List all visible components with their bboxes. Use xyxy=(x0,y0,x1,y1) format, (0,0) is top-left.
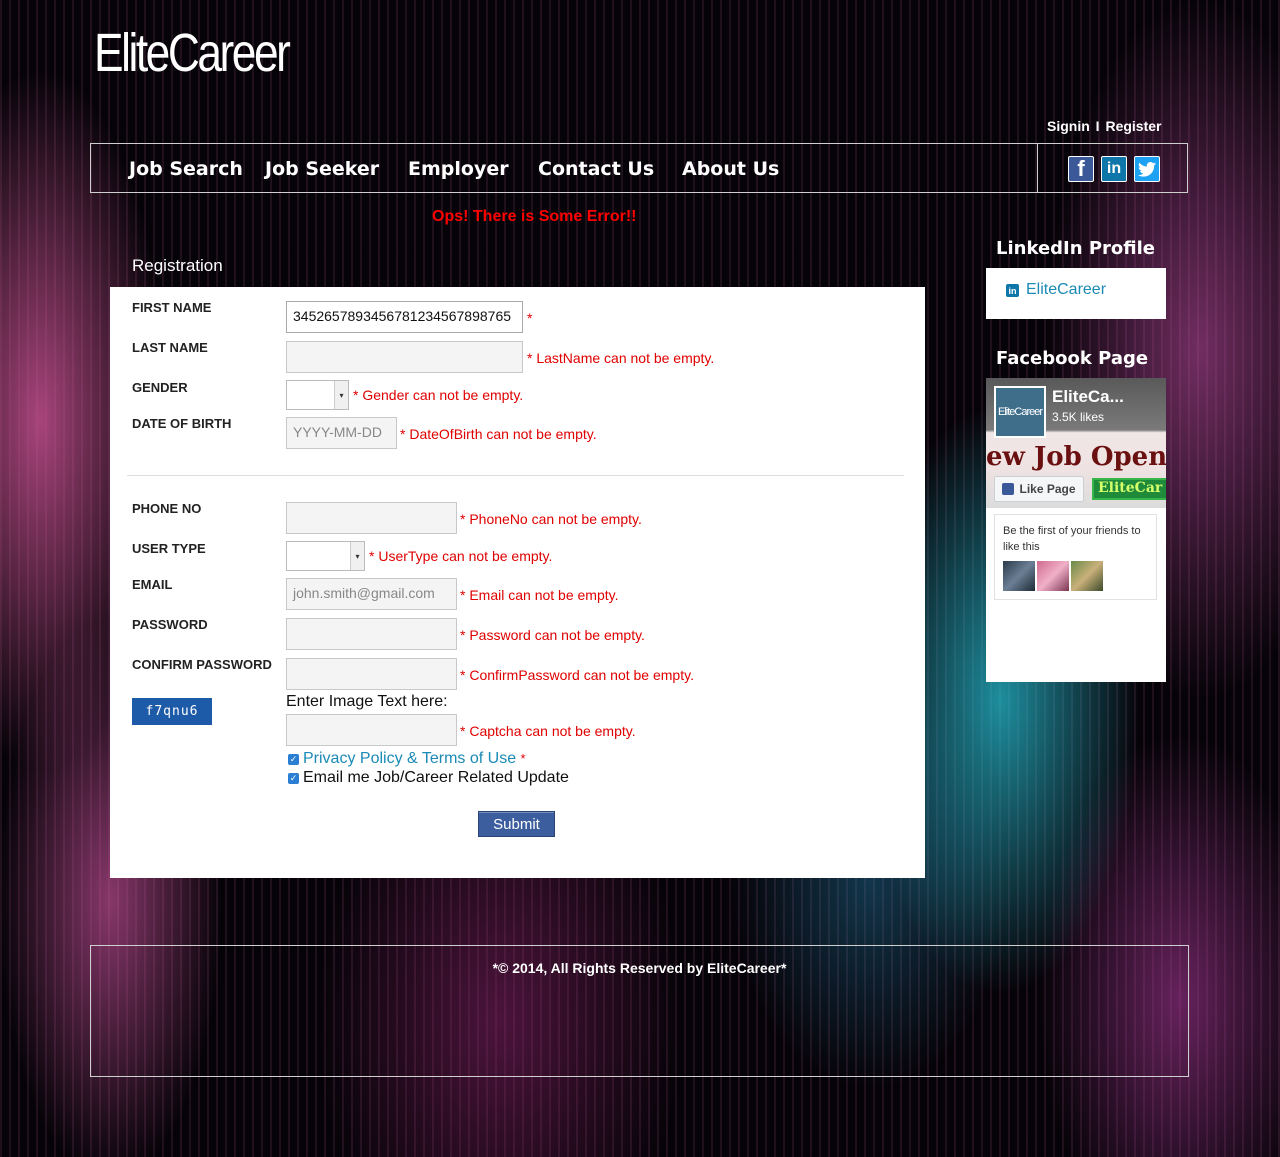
friend-avatar[interactable] xyxy=(1071,561,1103,591)
chevron-down-icon: ▾ xyxy=(334,381,348,409)
user-type-error: * UserType can not be empty. xyxy=(369,548,553,564)
nav-job-search[interactable]: Job Search xyxy=(129,158,243,180)
first-name-field[interactable]: 3452657893456781234567898765 xyxy=(286,301,523,333)
footer: *© 2014, All Rights Reserved by EliteCar… xyxy=(90,945,1189,1077)
dob-error: * DateOfBirth can not be empty. xyxy=(400,426,597,442)
fb-friends-text: Be the first of your friends to like thi… xyxy=(1003,525,1141,553)
linkedin-profile-title: LinkedIn Profile xyxy=(996,238,1155,259)
facebook-page-widget: ew Job Openi EliteCareer EliteCa... 3.5K… xyxy=(986,378,1166,682)
facebook-icon[interactable]: f xyxy=(1068,156,1094,182)
fb-like-page-button[interactable]: Like Page xyxy=(994,476,1084,502)
email-updates-label: Email me Job/Career Related Update xyxy=(303,769,569,786)
privacy-required: * xyxy=(520,751,526,766)
linkedin-icon[interactable]: in xyxy=(1101,156,1127,182)
twitter-icon[interactable] xyxy=(1134,156,1160,182)
confirm-password-field[interactable] xyxy=(286,658,457,690)
password-label: PASSWORD xyxy=(132,617,208,632)
confirm-password-label: CONFIRM PASSWORD xyxy=(132,657,272,672)
error-banner: Ops! There is Some Error!! xyxy=(432,208,637,225)
password-error: * Password can not be empty. xyxy=(460,627,645,643)
register-link[interactable]: Register xyxy=(1105,118,1161,134)
phone-field[interactable] xyxy=(286,502,457,534)
user-type-label: USER TYPE xyxy=(132,541,206,556)
fb-page-name[interactable]: EliteCa... xyxy=(1052,387,1124,407)
nav-contact-us[interactable]: Contact Us xyxy=(538,158,654,180)
captcha-field[interactable] xyxy=(286,714,457,746)
privacy-checkbox[interactable]: ✓ xyxy=(288,754,299,765)
auth-links: Signin I Register xyxy=(1047,118,1163,134)
nav-job-seeker[interactable]: Job Seeker xyxy=(265,158,379,180)
nav-divider xyxy=(1037,144,1038,192)
email-error: * Email can not be empty. xyxy=(460,587,619,603)
last-name-error: * LastName can not be empty. xyxy=(527,350,715,366)
user-type-select[interactable]: ▾ xyxy=(286,541,365,571)
first-name-label: FIRST NAME xyxy=(132,300,212,315)
registration-title: Registration xyxy=(132,256,223,275)
gender-select[interactable]: ▾ xyxy=(286,380,349,410)
form-separator xyxy=(127,475,904,476)
email-updates-checkbox[interactable]: ✓ xyxy=(288,773,299,784)
fb-like-page-label: Like Page xyxy=(1019,482,1076,496)
first-name-required: * xyxy=(527,310,533,326)
dob-label: DATE OF BIRTH xyxy=(132,416,232,431)
fb-page-avatar[interactable]: EliteCareer xyxy=(994,386,1046,438)
phone-error: * PhoneNo can not be empty. xyxy=(460,511,642,527)
signin-link[interactable]: Signin xyxy=(1047,118,1090,134)
auth-separator: I xyxy=(1095,118,1100,134)
footer-copyright: *© 2014, All Rights Reserved by EliteCar… xyxy=(492,960,787,976)
captcha-prompt: Enter Image Text here: xyxy=(286,693,448,710)
main-nav: Job Search Job Seeker Employer Contact U… xyxy=(90,143,1188,193)
twitter-bird-icon xyxy=(1138,161,1156,177)
captcha-error: * Captcha can not be empty. xyxy=(460,723,636,739)
email-label: EMAIL xyxy=(132,577,173,592)
confirm-password-error: * ConfirmPassword can not be empty. xyxy=(460,667,694,683)
password-field[interactable] xyxy=(286,618,457,650)
last-name-field[interactable] xyxy=(286,341,523,373)
chevron-down-icon: ▾ xyxy=(350,542,364,570)
thumbs-up-icon xyxy=(1002,483,1015,495)
registration-form: FIRST NAME 3452657893456781234567898765 … xyxy=(110,287,925,878)
linkedin-small-icon: in xyxy=(1006,284,1019,297)
submit-button[interactable]: Submit xyxy=(478,811,555,837)
gender-label: GENDER xyxy=(132,380,188,395)
fb-friends-box: Be the first of your friends to like thi… xyxy=(994,514,1157,600)
fb-cover-banner-text: ew Job Openi xyxy=(986,442,1166,472)
privacy-label: Privacy Policy & Terms of Use * xyxy=(303,750,526,768)
nav-employer[interactable]: Employer xyxy=(408,158,509,180)
fb-brand-banner: EliteCar xyxy=(1092,478,1166,500)
dob-field[interactable]: YYYY-MM-DD xyxy=(286,417,397,449)
privacy-policy-link[interactable]: Privacy Policy & Terms of Use xyxy=(303,750,516,767)
last-name-label: LAST NAME xyxy=(132,340,208,355)
linkedin-profile-box: in EliteCareer xyxy=(986,268,1166,319)
gender-error: * Gender can not be empty. xyxy=(353,387,524,403)
linkedin-profile-link[interactable]: EliteCareer xyxy=(1026,281,1106,299)
friend-avatar[interactable] xyxy=(1003,561,1035,591)
fb-likes-count: 3.5K likes xyxy=(1052,410,1105,424)
captcha-image: f7qnu6 xyxy=(132,698,212,725)
friend-avatar[interactable] xyxy=(1037,561,1069,591)
nav-about-us[interactable]: About Us xyxy=(682,158,779,180)
phone-label: PHONE NO xyxy=(132,501,202,516)
site-logo[interactable]: EliteCareer xyxy=(94,22,291,84)
email-field[interactable]: john.smith@gmail.com xyxy=(286,578,457,610)
facebook-page-title: Facebook Page xyxy=(996,348,1149,369)
